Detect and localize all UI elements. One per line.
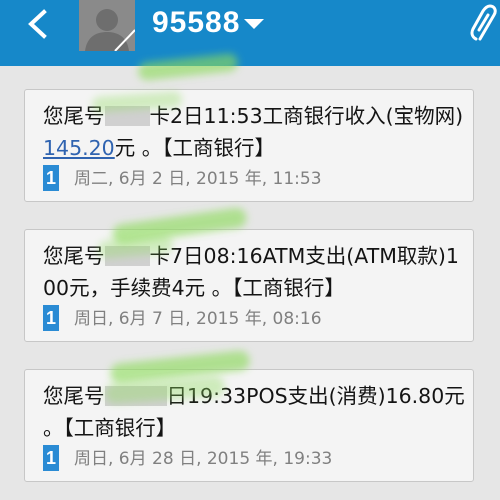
message-timestamp: 周二, 6月 2 日, 2015 年, 11:53 xyxy=(74,169,322,189)
message-bubble[interactable]: 您尾号 日19:33POS支出(消费)16.80元 。【工商银行】 1 周日, 6… xyxy=(24,369,474,482)
message-text-prefix: 您尾号 xyxy=(43,244,105,268)
message-text-body: 卡2日11:53工商银行收入(宝物网) xyxy=(149,104,464,128)
sim-card-icon: 1 xyxy=(43,305,59,331)
message-timestamp: 周日, 6月 7 日, 2015 年, 08:16 xyxy=(74,309,322,329)
dropdown-caret-icon[interactable] xyxy=(244,19,264,29)
message-text-prefix: 您尾号 xyxy=(43,104,105,128)
amount-link[interactable]: 145.20 xyxy=(43,136,115,160)
message-bubble[interactable]: 您尾号 卡7日08:16ATM支出(ATM取款)100元，手续费4元 。【工商银行… xyxy=(24,229,474,342)
message-timestamp: 周日, 6月 28 日, 2015 年, 19:33 xyxy=(74,449,333,469)
back-arrow-icon[interactable] xyxy=(24,9,54,39)
default-avatar-icon xyxy=(79,0,135,51)
redacted-digits xyxy=(104,106,150,126)
contact-avatar[interactable] xyxy=(79,0,135,51)
conversation-header: 95588 xyxy=(0,0,500,66)
message-text: 您尾号 卡7日08:16ATM支出(ATM取款)100元，手续费4元 。【工商银行… xyxy=(43,240,469,304)
message-text-prefix: 您尾号 xyxy=(43,384,105,408)
paperclip-icon[interactable] xyxy=(470,3,500,45)
contact-name[interactable]: 95588 xyxy=(152,5,240,41)
sim-card-icon: 1 xyxy=(43,165,59,191)
sim-card-icon: 1 xyxy=(43,445,59,471)
redacted-digits xyxy=(104,246,150,266)
message-text: 您尾号 卡2日11:53工商银行收入(宝物网) 145.20元 。【工商银行】 xyxy=(43,100,469,164)
message-text: 您尾号 日19:33POS支出(消费)16.80元 。【工商银行】 xyxy=(43,380,469,444)
redacted-digits xyxy=(104,386,167,406)
message-bubble[interactable]: 您尾号 卡2日11:53工商银行收入(宝物网)145.20元 。【工商银行】 1 … xyxy=(24,89,474,202)
message-text-tail: 元 。【工商银行】 xyxy=(114,136,276,160)
